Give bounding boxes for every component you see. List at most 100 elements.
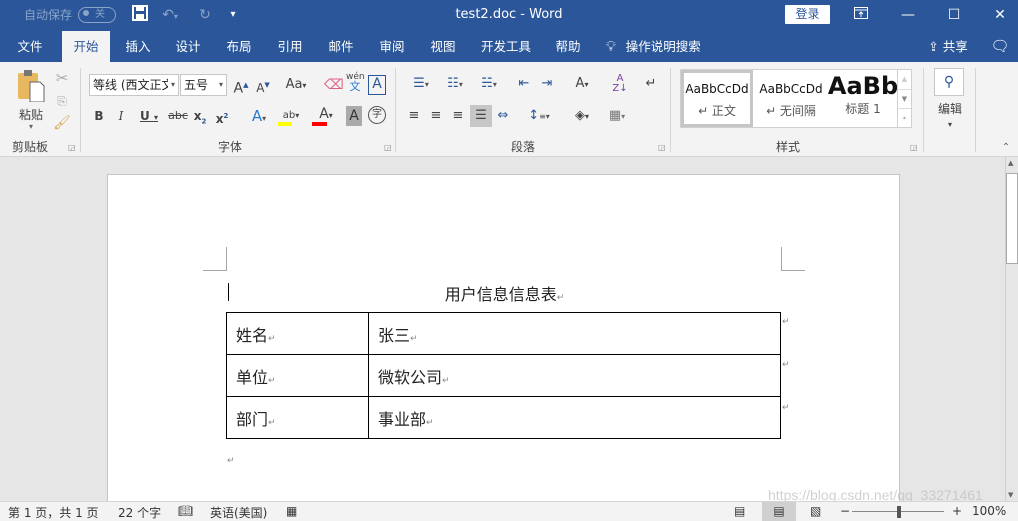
cut-icon[interactable]: ✂ (52, 68, 72, 88)
document-page[interactable]: 用户信息信息表↵ 姓名↵ 张三↵ 单位↵ 微软公司↵ 部门↵ 事业部↵ ↵ ↵ … (107, 174, 900, 514)
character-shading-icon[interactable]: A (346, 106, 362, 126)
grow-font-icon[interactable]: A▲ (232, 75, 250, 97)
clear-formatting-icon[interactable]: ⌫ (324, 75, 344, 95)
numbering-button[interactable]: ☷▾ (440, 74, 470, 94)
tab-review[interactable]: 审阅 (372, 31, 412, 62)
change-case-button[interactable]: Aa▾ (282, 75, 310, 95)
table-cell-value[interactable]: 张三↵ (368, 312, 781, 355)
autosave-toggle[interactable]: 关 (78, 6, 117, 23)
minimize-icon[interactable]: — (885, 0, 931, 31)
save-icon[interactable] (130, 5, 150, 25)
read-mode-icon[interactable]: ▤ (734, 504, 745, 518)
show-formatting-marks-icon[interactable]: ↵ (642, 74, 660, 94)
document-title[interactable]: 用户信息信息表↵ (108, 281, 901, 305)
style-heading-1[interactable]: AaBb 标题 1 (827, 70, 899, 127)
align-left-icon[interactable]: ≡ (406, 106, 422, 126)
asian-layout-button[interactable]: A▾ (568, 74, 596, 94)
scroll-down-icon[interactable]: ▼ (1008, 491, 1013, 499)
customize-qat-icon[interactable]: ▾ (223, 5, 243, 25)
info-table[interactable]: 姓名↵ 张三↵ 单位↵ 微软公司↵ 部门↵ 事业部↵ (226, 312, 781, 439)
web-layout-icon[interactable]: ▧ (810, 504, 821, 518)
zoom-in-icon[interactable]: + (952, 504, 962, 518)
paragraph-launcher-icon[interactable]: ◲ (658, 143, 666, 152)
autosave-control[interactable]: 自动保存 关 (24, 6, 117, 23)
print-layout-icon[interactable]: ▤ (762, 502, 796, 521)
share-button[interactable]: ⇪ 共享 (922, 31, 974, 62)
tab-developer[interactable]: 开发工具 (476, 31, 536, 62)
word-count[interactable]: 22 个字 (118, 504, 161, 521)
font-name-combo[interactable]: 等线 (西文正文)▾ (89, 74, 179, 96)
style-normal[interactable]: AaBbCcDd ↵ 正文 (681, 70, 753, 127)
font-launcher-icon[interactable]: ◲ (384, 143, 392, 152)
styles-scroll-down-icon[interactable]: ▼ (898, 89, 911, 108)
bold-button[interactable]: B (92, 106, 106, 126)
tab-view[interactable]: 视图 (423, 31, 463, 62)
scrollbar-thumb[interactable] (1006, 173, 1018, 264)
increase-indent-icon[interactable]: ⇥ (537, 74, 557, 94)
tab-layout[interactable]: 布局 (219, 31, 259, 62)
character-border-icon[interactable]: A (368, 75, 386, 95)
table-cell-label[interactable]: 部门↵ (226, 396, 369, 439)
shrink-font-icon[interactable]: A▼ (254, 75, 272, 95)
enclose-characters-button[interactable]: 字 (368, 106, 386, 124)
styles-more-icon[interactable]: ⩡ (898, 108, 911, 127)
copy-icon[interactable]: ⎘ (52, 91, 72, 111)
vertical-scrollbar[interactable]: ▲ ▼ (1005, 157, 1018, 501)
line-spacing-button[interactable]: ↕≡▾ (525, 106, 553, 126)
ribbon-display-icon[interactable] (838, 0, 884, 31)
highlight-color-button[interactable]: ab ▾ (276, 104, 306, 126)
tell-me-search[interactable]: 💡︎ 操作说明搜索 (606, 31, 716, 62)
shading-button[interactable]: ◈▾ (568, 106, 596, 126)
phonetic-guide-button[interactable]: wén 文 (346, 72, 365, 98)
text-effects-button[interactable]: A▾ (245, 106, 273, 126)
multilevel-list-button[interactable]: ☵▾ (474, 74, 504, 94)
font-size-combo[interactable]: 五号 ▾ (180, 74, 227, 96)
bullets-button[interactable]: ☰▾ (406, 74, 436, 94)
subscript-button[interactable]: x2 (192, 106, 208, 126)
page-count[interactable]: 第 1 页，共 1 页 (8, 504, 99, 521)
table-cell-label[interactable]: 单位↵ (226, 354, 369, 397)
clipboard-launcher-icon[interactable]: ◲ (68, 143, 76, 152)
font-color-button[interactable]: A ▾ (311, 104, 341, 126)
strikethrough-button[interactable]: abc (168, 106, 188, 126)
collapse-ribbon-icon[interactable]: ⌃ (998, 138, 1014, 158)
format-painter-icon[interactable]: 🖌︎ (52, 113, 72, 133)
tab-file[interactable]: 文件 (10, 31, 50, 62)
zoom-slider-thumb[interactable] (897, 506, 901, 518)
tab-references[interactable]: 引用 (270, 31, 310, 62)
decrease-indent-icon[interactable]: ⇤ (514, 74, 534, 94)
distributed-icon[interactable]: ⇔ (494, 106, 512, 126)
tab-design[interactable]: 设计 (168, 31, 208, 62)
justify-icon[interactable]: ☰ (470, 105, 492, 127)
close-icon[interactable]: ✕ (977, 0, 1018, 31)
superscript-button[interactable]: x2 (214, 106, 230, 126)
editing-dropdown-icon[interactable]: ▾ (942, 115, 958, 135)
align-center-icon[interactable]: ≡ (428, 106, 444, 126)
proofing-icon[interactable]: 📖︎ (178, 504, 193, 518)
comments-icon[interactable]: 🗨︎ (988, 31, 1012, 62)
table-cell-label[interactable]: 姓名↵ (226, 312, 369, 355)
sort-icon[interactable]: A Z↓ (610, 74, 630, 94)
login-button[interactable]: 登录 (785, 5, 830, 24)
zoom-out-icon[interactable]: − (840, 504, 850, 518)
underline-button[interactable]: U ▾ (136, 106, 162, 126)
italic-button[interactable]: I (114, 106, 128, 126)
language-status[interactable]: 英语(美国) (210, 504, 267, 521)
paste-button[interactable]: 粘贴 ▾ (14, 68, 48, 134)
tab-help[interactable]: 帮助 (548, 31, 588, 62)
style-no-spacing[interactable]: AaBbCcDd ↵ 无间隔 (755, 70, 827, 127)
undo-icon[interactable]: ↶▾ (160, 5, 180, 25)
macro-recording-icon[interactable]: ▦ (286, 504, 297, 518)
align-right-icon[interactable]: ≡ (450, 106, 466, 126)
maximize-icon[interactable]: ☐ (931, 0, 977, 31)
table-cell-value[interactable]: 事业部↵ (368, 396, 781, 439)
find-icon[interactable]: ⚲ (934, 68, 964, 96)
scroll-up-icon[interactable]: ▲ (1008, 159, 1013, 167)
redo-icon[interactable]: ↻ (195, 5, 215, 25)
tab-insert[interactable]: 插入 (118, 31, 158, 62)
styles-scroll-up-icon[interactable]: ▲ (898, 70, 911, 89)
tab-mailings[interactable]: 邮件 (321, 31, 361, 62)
table-cell-value[interactable]: 微软公司↵ (368, 354, 781, 397)
zoom-level[interactable]: 100% (972, 504, 1006, 518)
tab-home[interactable]: 开始 (62, 31, 110, 62)
